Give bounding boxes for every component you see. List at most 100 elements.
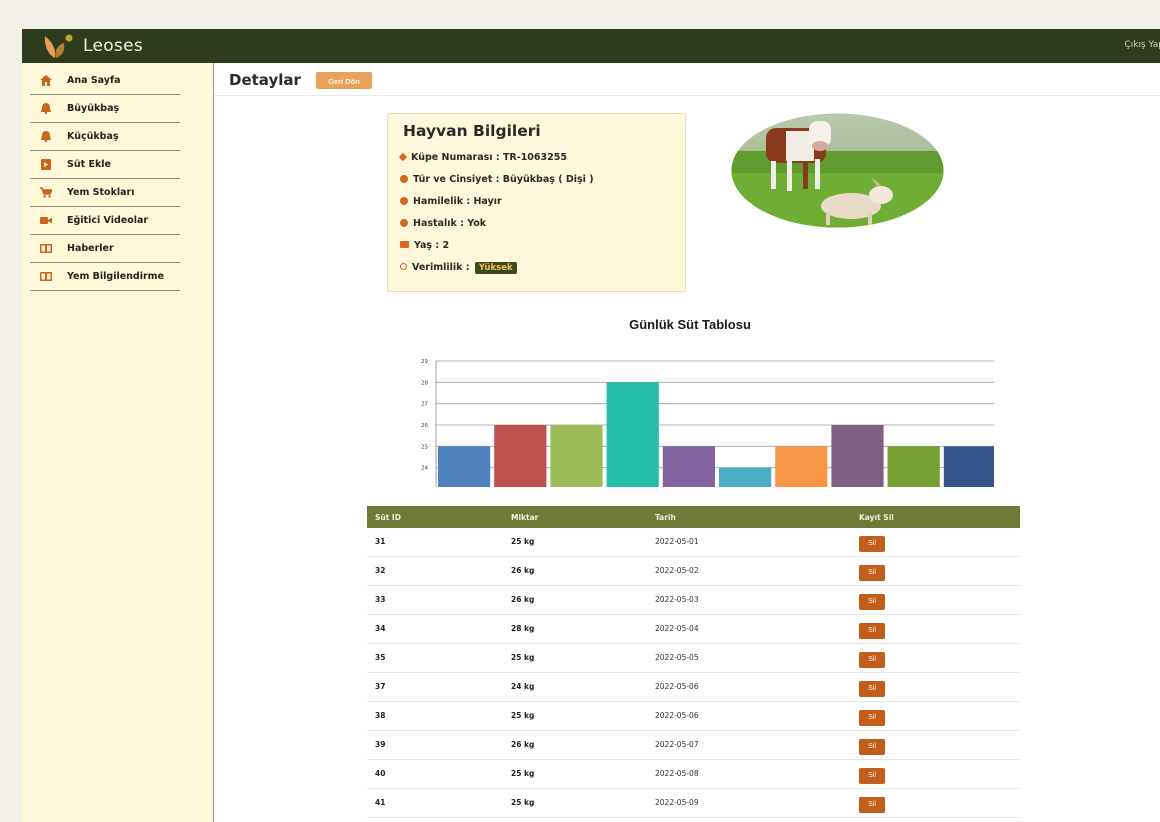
pregnancy-row: Hamilelik : Hayır (400, 196, 502, 210)
gauge-icon (400, 263, 407, 270)
chart-bar[interactable] (719, 467, 772, 487)
cell-id: 32 (375, 566, 386, 575)
cell-id: 35 (375, 653, 386, 662)
sidebar-item-label: Yem Stokları (67, 187, 135, 198)
cart-icon (40, 187, 52, 198)
delete-button[interactable]: Sil (859, 594, 885, 610)
cell-id: 38 (375, 711, 386, 720)
sidebar: Ana Sayfa Büyükbaş Küçükbaş Süt Ekle Yem… (22, 63, 214, 822)
table-row: 34 28 kg 2022-05-04 Sil (367, 615, 1020, 644)
delete-button[interactable]: Sil (859, 652, 885, 668)
sidebar-item-egitici-videolar[interactable]: Eğitici Videolar (30, 207, 180, 235)
leaf-logo-icon (44, 34, 73, 58)
illness-row: Hastalık : Yok (400, 218, 486, 232)
cell-id: 31 (375, 537, 386, 546)
table-row: 32 26 kg 2022-05-02 Sil (367, 557, 1020, 586)
productivity-label: Verimlilik : (412, 262, 470, 273)
delete-button[interactable]: Sil (859, 681, 885, 697)
cell-date: 2022-05-08 (655, 769, 699, 778)
chart-bar[interactable] (662, 446, 715, 487)
table-row: 31 25 kg 2022-05-01 Sil (367, 528, 1020, 557)
app-window: Leoses Çıkış Yap Ana Sayfa Büyükbaş Küçü… (22, 29, 1160, 822)
pregnancy-text: Hamilelik : Hayır (413, 196, 502, 207)
age-text: Yaş : 2 (414, 240, 450, 251)
animal-info-card: Hayvan Bilgileri Küpe Numarası : TR-1063… (387, 113, 686, 292)
chart-bar[interactable] (887, 446, 940, 487)
cell-id: 37 (375, 682, 386, 691)
delete-button[interactable]: Sil (859, 565, 885, 581)
sidebar-item-yem-bilgilendirme[interactable]: Yem Bilgilendirme (30, 263, 180, 291)
book-icon (40, 244, 52, 253)
productivity-row: Verimlilik : Yüksek (400, 262, 517, 276)
table-row: 37 24 kg 2022-05-06 Sil (367, 673, 1020, 702)
delete-button[interactable]: Sil (859, 768, 885, 784)
chart-bar[interactable] (775, 446, 828, 487)
delete-button[interactable]: Sil (859, 739, 885, 755)
video-icon (40, 217, 52, 224)
plus-square-icon (41, 159, 51, 170)
delete-button[interactable]: Sil (859, 536, 885, 552)
cell-date: 2022-05-05 (655, 653, 699, 662)
chart-title: Günlük Süt Tablosu (629, 317, 751, 332)
circle-icon (400, 174, 408, 183)
delete-button[interactable]: Sil (859, 710, 885, 726)
cell-id: 34 (375, 624, 386, 633)
animal-info-title: Hayvan Bilgileri (403, 122, 541, 140)
age-row: Yaş : 2 (400, 240, 449, 254)
header-sut-id: Süt ID (375, 513, 401, 522)
type-row: Tür ve Cinsiyet : Büyükbaş ( Dişi ) (400, 174, 594, 188)
home-icon (40, 75, 52, 86)
bell-icon (41, 131, 51, 142)
sidebar-item-label: Ana Sayfa (67, 75, 121, 86)
divider (214, 95, 1160, 96)
cell-date: 2022-05-06 (655, 682, 699, 691)
sidebar-item-label: Küçükbaş (67, 131, 119, 142)
chart-bar[interactable] (494, 425, 547, 487)
cell-amount: 26 kg (511, 566, 535, 575)
animal-photo (731, 113, 944, 228)
type-text: Tür ve Cinsiyet : Büyükbaş ( Dişi ) (413, 174, 594, 185)
cell-amount: 25 kg (511, 537, 535, 546)
y-tick-label: 27 (421, 402, 428, 408)
header-kayit-sil: Kayıt Sil (859, 513, 894, 522)
chart-bar[interactable] (550, 425, 603, 487)
cell-amount: 25 kg (511, 769, 535, 778)
logout-link[interactable]: Çıkış Yap (1124, 40, 1160, 50)
cell-date: 2022-05-09 (655, 798, 699, 807)
sidebar-item-yem-stoklari[interactable]: Yem Stokları (30, 179, 180, 207)
table-row: 40 25 kg 2022-05-08 Sil (367, 760, 1020, 789)
brand-name[interactable]: Leoses (83, 36, 143, 56)
back-button[interactable]: Geri Dön (316, 72, 372, 89)
cell-id: 39 (375, 740, 386, 749)
calendar-icon (400, 241, 409, 248)
sidebar-item-label: Yem Bilgilendirme (67, 271, 165, 282)
chart-bar[interactable] (438, 446, 491, 487)
chart-bar[interactable] (606, 382, 659, 487)
cell-amount: 25 kg (511, 798, 535, 807)
table-row: 38 25 kg 2022-05-06 Sil (367, 702, 1020, 731)
circle-icon (400, 196, 408, 205)
delete-button[interactable]: Sil (859, 797, 885, 813)
sidebar-item-label: Büyükbaş (67, 103, 120, 114)
illness-text: Hastalık : Yok (413, 218, 487, 229)
tag-icon (398, 152, 408, 161)
sidebar-item-ana-sayfa[interactable]: Ana Sayfa (30, 67, 180, 95)
chart-bar[interactable] (943, 446, 994, 487)
sidebar-item-haberler[interactable]: Haberler (30, 235, 180, 263)
cell-amount: 28 kg (511, 624, 535, 633)
y-tick-label: 29 (421, 359, 428, 365)
sidebar-item-sut-ekle[interactable]: Süt Ekle (30, 151, 180, 179)
chart-bar[interactable] (831, 425, 884, 487)
header-miktar: Miktar (511, 513, 539, 522)
sidebar-item-buyukbas[interactable]: Büyükbaş (30, 95, 180, 123)
delete-button[interactable]: Sil (859, 623, 885, 639)
table-row: 35 25 kg 2022-05-05 Sil (367, 644, 1020, 673)
cell-amount: 25 kg (511, 653, 535, 662)
cell-amount: 26 kg (511, 595, 535, 604)
header-tarih: Tarih (655, 513, 676, 522)
sidebar-item-kucukbas[interactable]: Küçükbaş (30, 123, 180, 151)
cell-date: 2022-05-02 (655, 566, 699, 575)
sidebar-item-label: Süt Ekle (67, 159, 111, 170)
y-tick-label: 25 (421, 444, 428, 450)
ear-tag-text: Küpe Numarası : TR-1063255 (411, 152, 567, 163)
